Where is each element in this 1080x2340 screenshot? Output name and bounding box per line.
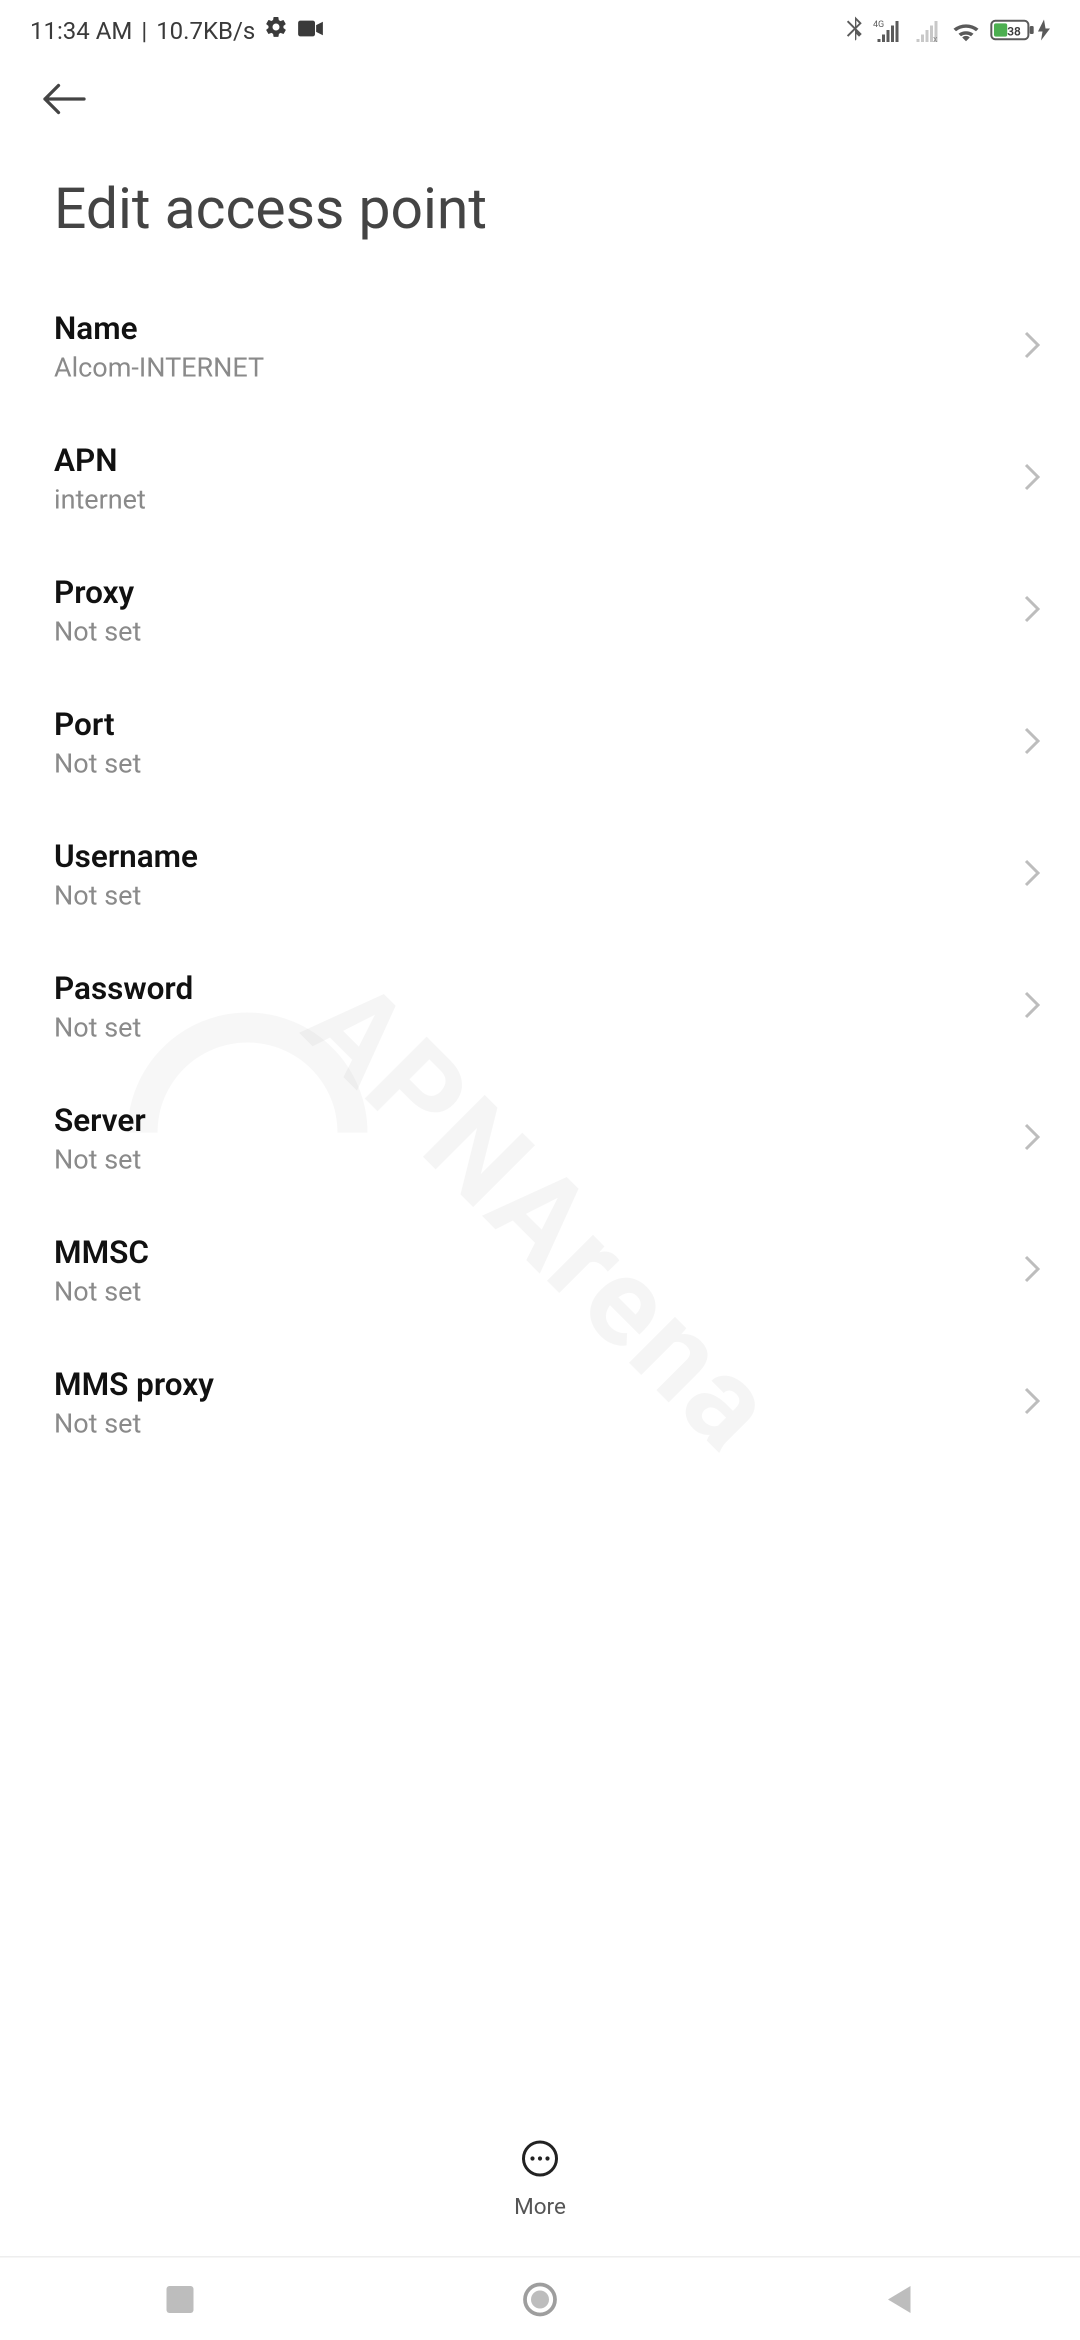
signal-4g-icon: 4G	[873, 18, 903, 42]
row-label: Password	[54, 972, 1011, 1008]
row-mms-proxy[interactable]: MMS proxy Not set	[0, 1338, 1080, 1470]
row-port[interactable]: Port Not set	[0, 678, 1080, 810]
chevron-right-icon	[1023, 858, 1041, 894]
signal-nosim-icon: x	[912, 18, 942, 42]
wifi-icon	[951, 18, 981, 42]
status-time: 11:34 AM	[30, 16, 132, 45]
row-label: Proxy	[54, 576, 1011, 612]
chevron-right-icon	[1023, 1122, 1041, 1158]
nav-home-button[interactable]	[518, 2276, 563, 2321]
row-name[interactable]: Name Alcom-INTERNET	[0, 282, 1080, 414]
settings-list: Name Alcom-INTERNET APN internet Proxy N…	[0, 282, 1080, 1470]
more-icon	[521, 2139, 560, 2184]
chevron-right-icon	[1023, 462, 1041, 498]
row-value: Alcom-INTERNET	[54, 353, 1011, 385]
row-label: Server	[54, 1104, 1011, 1140]
chevron-right-icon	[1023, 1254, 1041, 1290]
header-bar	[0, 60, 1080, 144]
row-value: Not set	[54, 749, 1011, 781]
gear-icon	[264, 15, 288, 45]
more-label: More	[514, 2193, 566, 2220]
status-right: 4G x 38	[846, 17, 1050, 44]
row-label: Name	[54, 312, 1011, 348]
chevron-right-icon	[1023, 1386, 1041, 1422]
status-left: 11:34 AM | 10.7KB/s	[30, 15, 324, 45]
row-value: Not set	[54, 1409, 1011, 1441]
battery-percent-text: 38	[1007, 24, 1021, 38]
row-value: Not set	[54, 1145, 1011, 1177]
navigation-bar	[0, 2256, 1080, 2340]
status-separator: |	[141, 16, 147, 45]
nav-back-button[interactable]	[878, 2276, 923, 2321]
back-button[interactable]	[42, 83, 87, 122]
video-icon	[297, 16, 324, 45]
battery-icon: 38	[990, 18, 1050, 42]
bluetooth-icon	[846, 17, 864, 44]
chevron-right-icon	[1023, 990, 1041, 1026]
svg-text:4G: 4G	[873, 20, 884, 30]
row-password[interactable]: Password Not set	[0, 942, 1080, 1074]
page-title: Edit access point	[0, 144, 1080, 282]
row-value: Not set	[54, 1013, 1011, 1045]
row-proxy[interactable]: Proxy Not set	[0, 546, 1080, 678]
chevron-right-icon	[1023, 330, 1041, 366]
chevron-right-icon	[1023, 594, 1041, 630]
chevron-right-icon	[1023, 726, 1041, 762]
nav-recent-button[interactable]	[158, 2276, 203, 2321]
status-bar: 11:34 AM | 10.7KB/s 4G x 38	[0, 0, 1080, 60]
row-label: MMSC	[54, 1236, 1011, 1272]
row-label: MMS proxy	[54, 1368, 1011, 1404]
bottom-more-button[interactable]: More	[0, 2127, 1080, 2235]
row-label: Port	[54, 708, 1011, 744]
row-label: APN	[54, 444, 1011, 480]
row-value: internet	[54, 485, 1011, 517]
row-mmsc[interactable]: MMSC Not set	[0, 1206, 1080, 1338]
row-label: Username	[54, 840, 1011, 876]
svg-text:x: x	[933, 35, 938, 42]
row-value: Not set	[54, 881, 1011, 913]
row-server[interactable]: Server Not set	[0, 1074, 1080, 1206]
row-value: Not set	[54, 1277, 1011, 1309]
row-value: Not set	[54, 617, 1011, 649]
row-apn[interactable]: APN internet	[0, 414, 1080, 546]
row-username[interactable]: Username Not set	[0, 810, 1080, 942]
status-speed: 10.7KB/s	[156, 16, 255, 45]
